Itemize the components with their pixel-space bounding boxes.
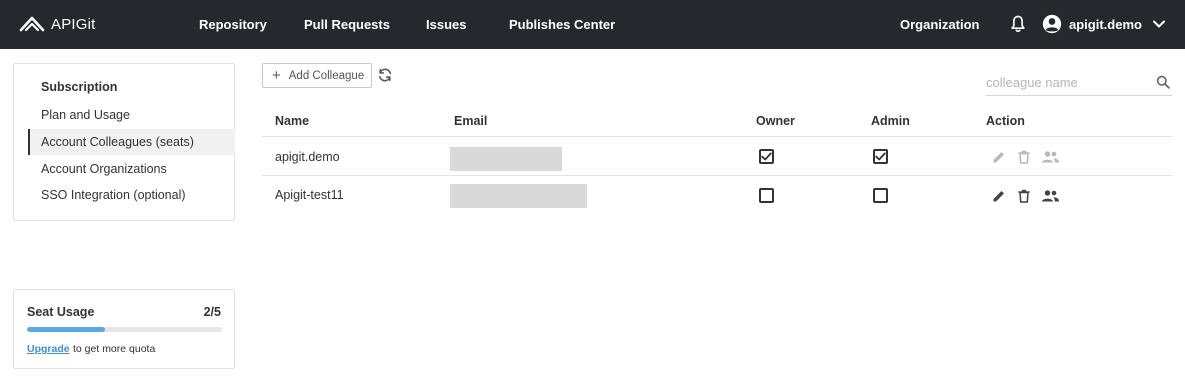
plus-icon: + (272, 67, 281, 84)
nav-publishes-center[interactable]: Publishes Center (509, 17, 615, 32)
brand-logo[interactable]: APIGit (19, 13, 96, 35)
column-header-action: Action (986, 114, 1025, 128)
manage-users-icon[interactable] (1041, 188, 1060, 204)
trash-icon[interactable] (1016, 188, 1032, 204)
account-circle-icon (1042, 14, 1062, 34)
seat-usage-progress (27, 327, 222, 332)
admin-checkbox[interactable] (873, 149, 888, 164)
seat-usage-count: 2/5 (203, 305, 221, 319)
sidebar-item-account-colleagues[interactable]: Account Colleagues (seats) (28, 129, 235, 155)
column-header-name: Name (275, 114, 310, 128)
trash-icon[interactable] (1016, 149, 1032, 165)
nav-organization[interactable]: Organization (900, 17, 979, 32)
column-header-email: Email (454, 114, 488, 128)
nav-pull-requests[interactable]: Pull Requests (304, 17, 390, 32)
sidebar-item-label: Account Organizations (41, 162, 167, 176)
upgrade-link[interactable]: Upgrade (27, 343, 70, 355)
seat-usage-card: Seat Usage 2/5 Upgrade to get more quota (13, 289, 235, 369)
refresh-icon[interactable] (377, 67, 393, 83)
column-header-admin: Admin (871, 114, 910, 128)
add-colleague-label: Add Colleague (288, 69, 365, 82)
table-header-divider (262, 136, 1172, 137)
seat-usage-progress-fill (27, 327, 105, 332)
owner-checkbox[interactable] (759, 188, 774, 203)
bell-icon[interactable] (1008, 14, 1028, 34)
user-name: apigit.demo (1069, 16, 1142, 32)
checkmark-icon (875, 152, 886, 161)
upgrade-note: to get more quota (73, 343, 156, 355)
sidebar-item-label: Account Colleagues (seats) (41, 135, 194, 149)
column-header-owner: Owner (756, 114, 795, 128)
email-redacted (450, 184, 587, 208)
sidebar-item-account-organizations[interactable]: Account Organizations (28, 156, 235, 182)
owner-checkbox[interactable] (759, 149, 774, 164)
sidebar-item-label: SSO Integration (optional) (41, 188, 186, 202)
user-menu[interactable]: apigit.demo (1042, 14, 1166, 34)
manage-users-icon[interactable] (1041, 149, 1060, 165)
sidebar-item-sso-integration[interactable]: SSO Integration (optional) (28, 182, 235, 208)
search-icon[interactable] (1156, 75, 1170, 89)
brand-name: APIGit (51, 15, 96, 33)
colleague-search-input[interactable] (986, 72, 1146, 92)
add-colleague-button[interactable]: + Add Colleague (262, 63, 372, 88)
colleague-name: apigit.demo (275, 150, 340, 164)
colleague-search (986, 70, 1172, 96)
chevron-down-icon (1152, 20, 1165, 28)
row-divider (262, 175, 1172, 176)
sidebar-item-plan-and-usage[interactable]: Plan and Usage (28, 102, 235, 128)
edit-pencil-icon[interactable] (991, 188, 1007, 204)
settings-sidebar: Subscription Plan and Usage Account Coll… (13, 63, 235, 221)
row-divider (262, 214, 1172, 215)
admin-checkbox[interactable] (873, 188, 888, 203)
edit-pencil-icon[interactable] (991, 149, 1007, 165)
email-redacted (450, 147, 562, 171)
apigit-logo-icon (19, 16, 45, 32)
colleague-name: Apigit-test11 (275, 188, 344, 202)
nav-issues[interactable]: Issues (426, 17, 466, 32)
checkmark-icon (761, 152, 772, 161)
sidebar-title: Subscription (41, 80, 118, 94)
top-navbar: APIGit Repository Pull Requests Issues P… (0, 0, 1185, 49)
sidebar-item-label: Plan and Usage (41, 108, 130, 122)
nav-repository[interactable]: Repository (199, 17, 267, 32)
seat-usage-title: Seat Usage (27, 305, 95, 319)
